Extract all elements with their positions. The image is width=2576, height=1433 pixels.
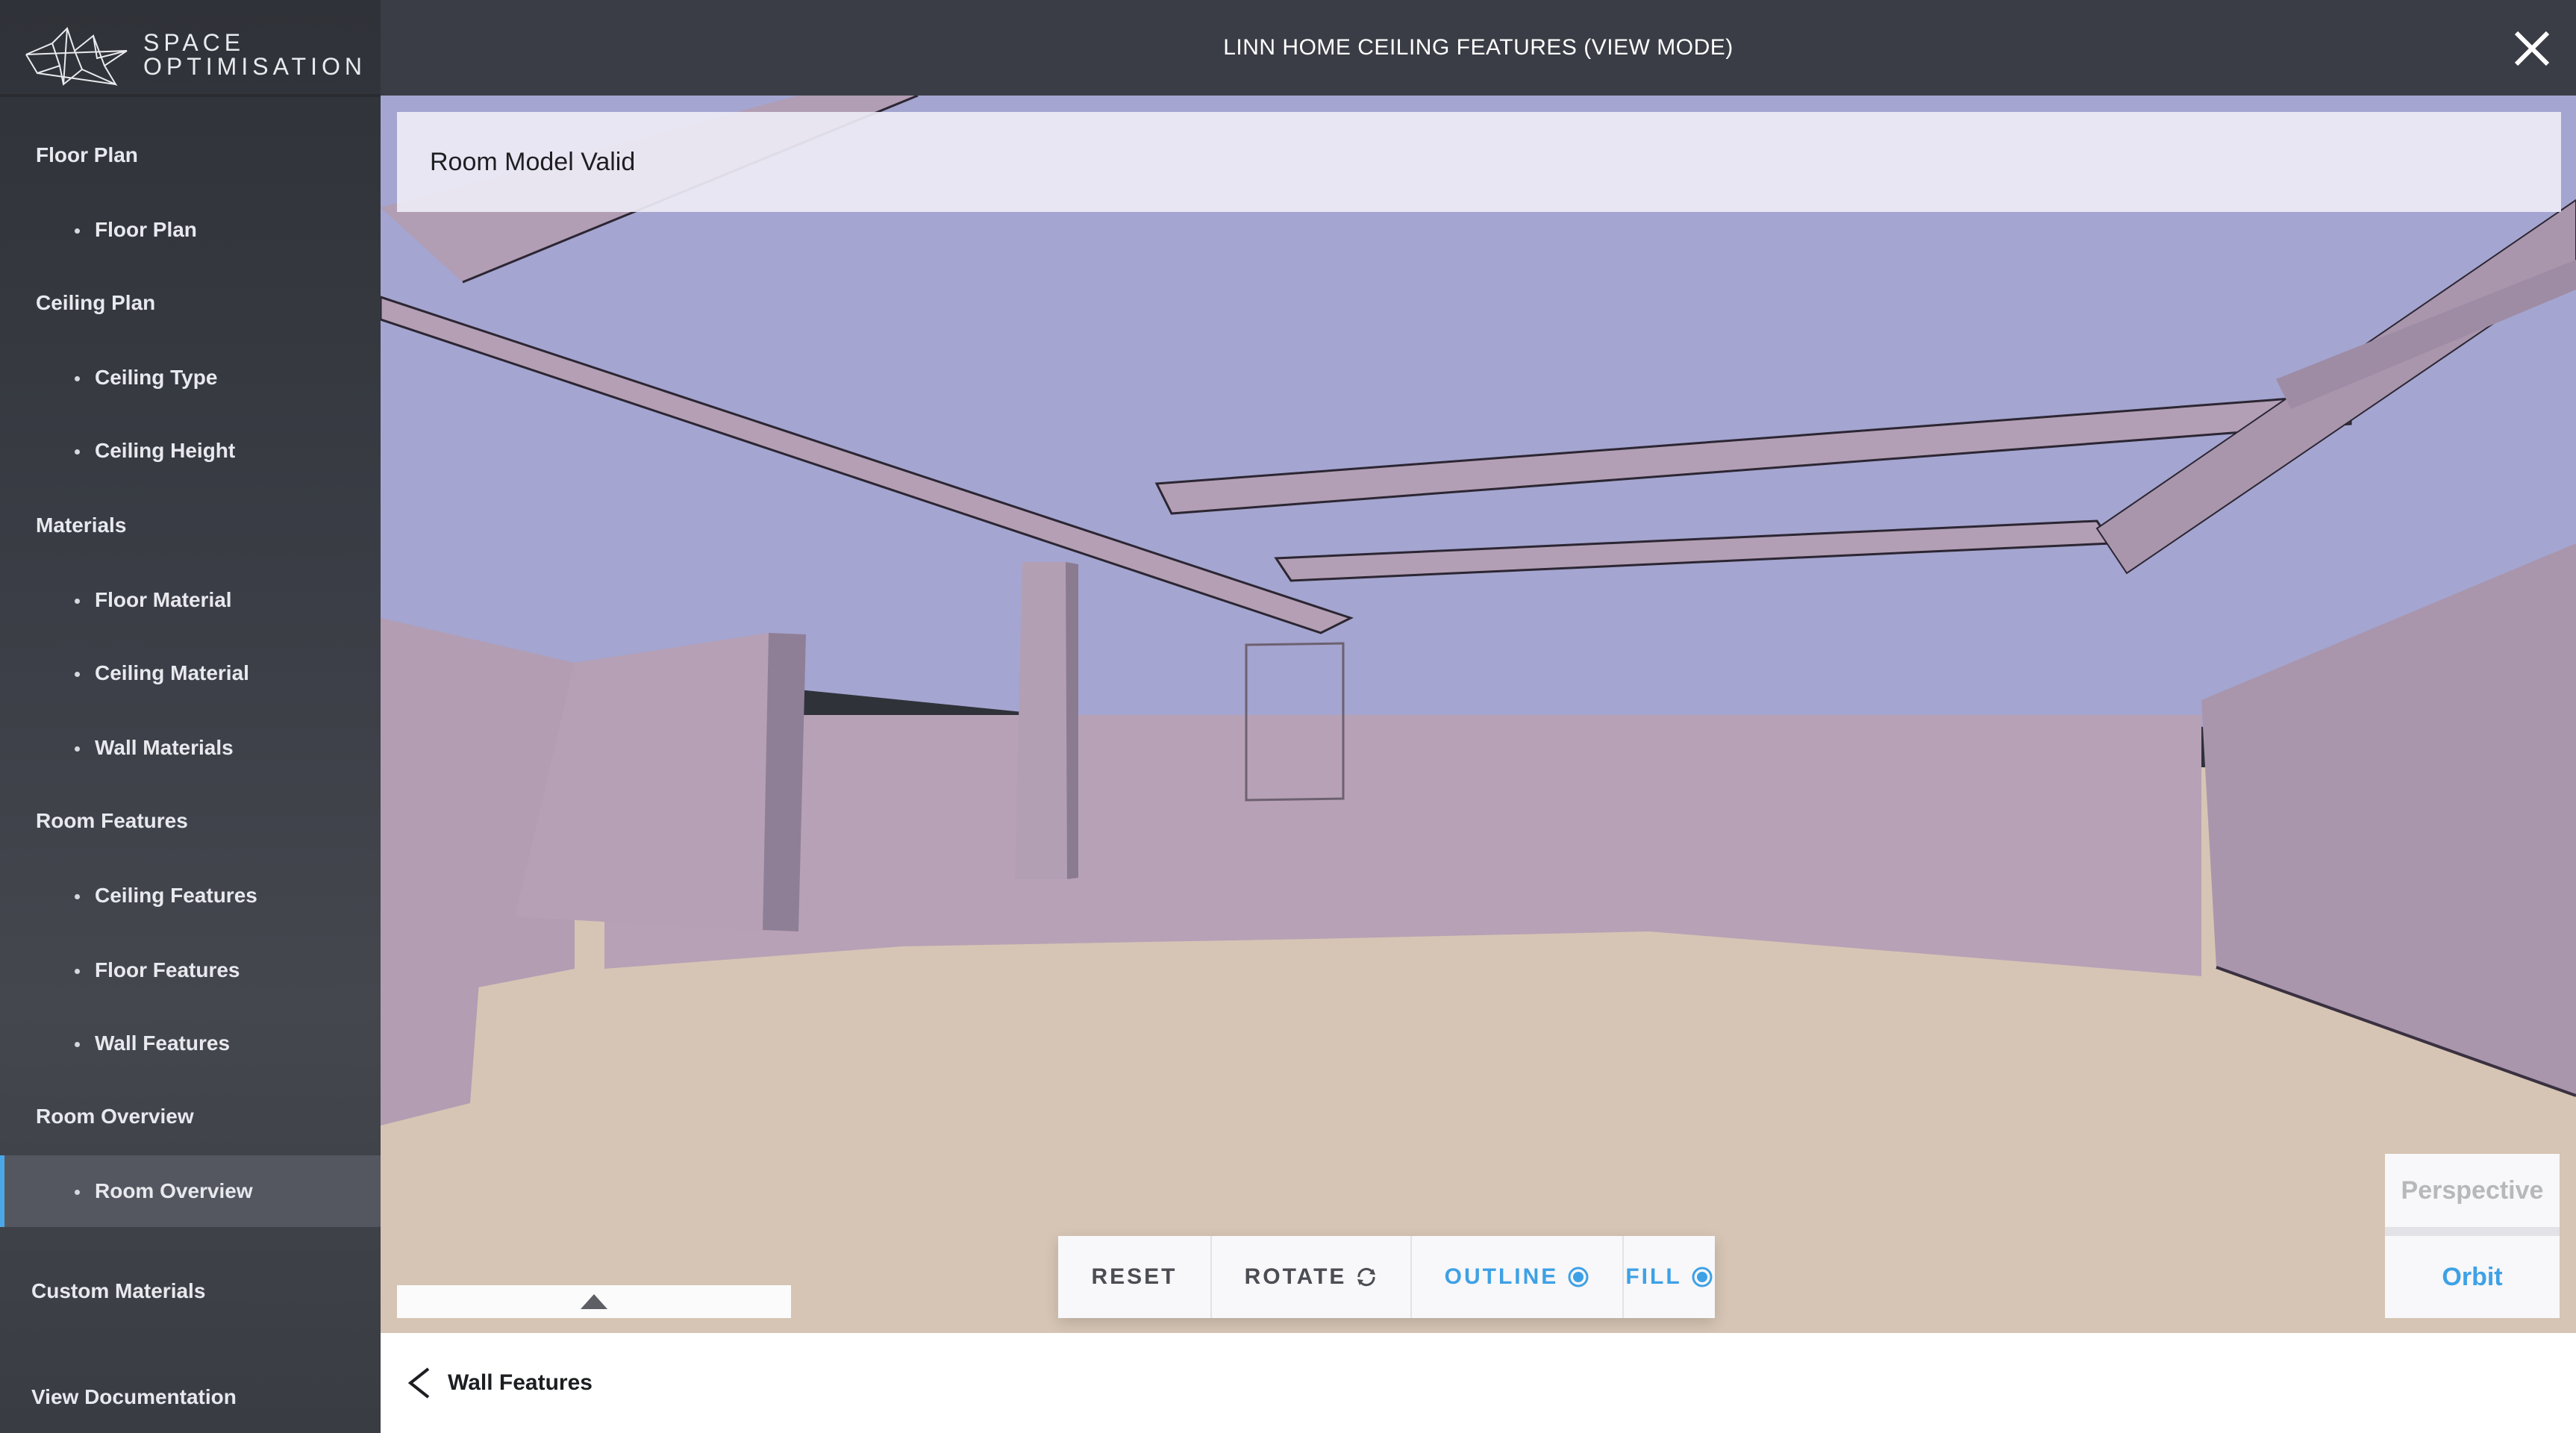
bullet-icon bbox=[75, 672, 80, 677]
bullet-icon bbox=[75, 746, 80, 752]
sidebar-item-floor-plan[interactable]: Floor Plan bbox=[0, 194, 381, 266]
sidebar-item-ceiling-material[interactable]: Ceiling Material bbox=[0, 637, 381, 709]
bullet-icon bbox=[75, 969, 80, 974]
brand-line-1: SPACE bbox=[143, 29, 246, 56]
brand-logo[interactable]: SPACE OPTIMISATION bbox=[22, 15, 381, 94]
space-optimisation-logo-icon bbox=[25, 27, 128, 87]
sidebar-item-ceiling-type[interactable]: Ceiling Type bbox=[0, 342, 381, 413]
collapse-panel-button[interactable] bbox=[397, 1285, 791, 1318]
nav-section-materials[interactable]: Materials bbox=[36, 513, 126, 537]
radio-selected-icon bbox=[1567, 1266, 1589, 1288]
camera-mode-panel: Perspective Orbit bbox=[2385, 1154, 2560, 1318]
sidebar-item-label: Floor Features bbox=[95, 958, 240, 981]
back-link[interactable]: Wall Features bbox=[403, 1364, 593, 1402]
column bbox=[1015, 562, 1067, 879]
sidebar-item-label: Room Overview bbox=[95, 1179, 253, 1202]
orbit-button[interactable]: Orbit bbox=[2385, 1236, 2560, 1318]
sidebar-item-label: Ceiling Type bbox=[95, 366, 218, 389]
bullet-icon bbox=[75, 894, 80, 899]
sidebar-item-room-overview[interactable]: Room Overview bbox=[0, 1155, 381, 1227]
nav-section-floor-plan[interactable]: Floor Plan bbox=[36, 143, 138, 167]
sidebar-item-label: Floor Plan bbox=[95, 218, 197, 241]
bullet-icon bbox=[75, 1190, 80, 1195]
outline-toggle[interactable]: OUTLINE bbox=[1412, 1236, 1624, 1318]
back-link-label: Wall Features bbox=[448, 1370, 593, 1395]
column-side bbox=[1066, 562, 1078, 879]
sidebar-item-ceiling-height[interactable]: Ceiling Height bbox=[0, 415, 381, 487]
sidebar-item-label: Wall Materials bbox=[95, 736, 234, 759]
rotate-button[interactable]: ROTATE bbox=[1212, 1236, 1412, 1318]
close-button[interactable] bbox=[2506, 22, 2558, 75]
sidebar-item-label: Floor Material bbox=[95, 588, 232, 611]
status-bar: Room Model Valid bbox=[397, 112, 2561, 212]
radio-selected-icon bbox=[1691, 1266, 1713, 1288]
room-3d-render[interactable] bbox=[381, 96, 2576, 1333]
close-icon bbox=[2514, 31, 2550, 66]
bullet-icon bbox=[75, 1042, 80, 1047]
chevron-up-icon bbox=[581, 1294, 607, 1309]
sidebar-item-label: Ceiling Height bbox=[95, 439, 236, 462]
outline-label: OUTLINE bbox=[1444, 1264, 1559, 1289]
sidebar-link-view-documentation[interactable]: View Documentation bbox=[31, 1385, 237, 1409]
sidebar-item-wall-features[interactable]: Wall Features bbox=[0, 1008, 381, 1079]
reset-button[interactable]: RESET bbox=[1058, 1236, 1212, 1318]
3d-viewport[interactable]: Room Model Valid RESET ROTATE OUTLINE FI… bbox=[381, 96, 2576, 1333]
brand-line-2: OPTIMISATION bbox=[143, 53, 366, 80]
chevron-left-icon bbox=[407, 1367, 430, 1399]
nav-section-room-features[interactable]: Room Features bbox=[36, 809, 188, 833]
rotate-icon bbox=[1355, 1266, 1378, 1288]
view-toolbar: RESET ROTATE OUTLINE FILL bbox=[1058, 1236, 1715, 1318]
sidebar-item-wall-materials[interactable]: Wall Materials bbox=[0, 712, 381, 784]
header-bar: LINN HOME CEILING FEATURES (VIEW MODE) bbox=[381, 0, 2576, 96]
bullet-icon bbox=[75, 376, 80, 381]
bullet-icon bbox=[75, 599, 80, 604]
brand-text: SPACE OPTIMISATION bbox=[143, 31, 366, 78]
sidebar-item-label: Wall Features bbox=[95, 1031, 231, 1055]
page-title: LINN HOME CEILING FEATURES (VIEW MODE) bbox=[1223, 35, 1734, 60]
status-text: Room Model Valid bbox=[430, 147, 636, 176]
sidebar-divider bbox=[0, 94, 381, 97]
reset-label: RESET bbox=[1091, 1264, 1178, 1289]
nav-section-ceiling-plan[interactable]: Ceiling Plan bbox=[36, 291, 155, 315]
partition-front bbox=[763, 633, 806, 931]
sidebar-item-floor-features[interactable]: Floor Features bbox=[0, 934, 381, 1006]
fill-toggle[interactable]: FILL bbox=[1624, 1236, 1715, 1318]
perspective-button[interactable]: Perspective bbox=[2385, 1154, 2560, 1236]
sidebar: SPACE OPTIMISATION Floor Plan Floor Plan… bbox=[0, 0, 381, 1433]
footer-bar: Wall Features bbox=[381, 1333, 2576, 1433]
bullet-icon bbox=[75, 228, 80, 234]
sidebar-item-floor-material[interactable]: Floor Material bbox=[0, 564, 381, 636]
sidebar-item-label: Ceiling Material bbox=[95, 661, 249, 684]
sidebar-item-label: Ceiling Features bbox=[95, 884, 257, 907]
sidebar-item-ceiling-features[interactable]: Ceiling Features bbox=[0, 860, 381, 931]
sidebar-link-custom-materials[interactable]: Custom Materials bbox=[31, 1279, 205, 1303]
fill-label: FILL bbox=[1625, 1264, 1682, 1289]
rotate-label: ROTATE bbox=[1244, 1264, 1347, 1289]
bullet-icon bbox=[75, 449, 80, 455]
nav-section-room-overview[interactable]: Room Overview bbox=[36, 1105, 194, 1128]
partition-block bbox=[381, 902, 485, 1126]
